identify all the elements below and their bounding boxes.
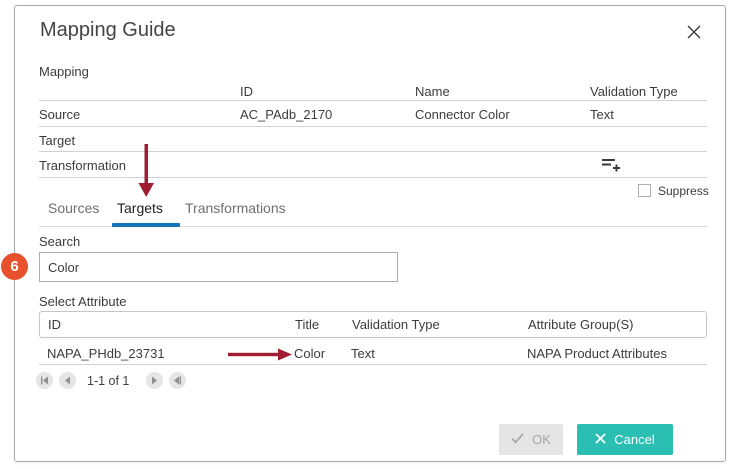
add-transformation-icon bbox=[602, 161, 620, 176]
active-tab-underline bbox=[112, 223, 180, 227]
select-attribute-header: ID Title Validation Type Attribute Group… bbox=[39, 311, 707, 338]
pagination-next-button[interactable] bbox=[146, 372, 163, 389]
ok-button[interactable]: OK bbox=[499, 424, 563, 455]
mapping-guide-dialog: Mapping Guide Mapping ID Name Validation… bbox=[14, 5, 726, 462]
mapping-row-target-label: Target bbox=[39, 133, 75, 148]
suppress-checkbox[interactable] bbox=[638, 184, 651, 197]
divider bbox=[39, 126, 707, 127]
sa-row-id: NAPA_PHdb_23731 bbox=[47, 346, 165, 361]
cancel-button-label: Cancel bbox=[614, 432, 654, 447]
prev-page-icon bbox=[63, 373, 72, 388]
annotation-arrow-down bbox=[138, 144, 154, 203]
pagination-last-button[interactable] bbox=[169, 372, 186, 389]
sa-row-attribute-groups: NAPA Product Attributes bbox=[527, 346, 667, 361]
close-icon bbox=[687, 25, 701, 42]
mapping-col-name: Name bbox=[415, 84, 450, 99]
select-attribute-label: Select Attribute bbox=[39, 294, 126, 309]
cancel-button[interactable]: Cancel bbox=[577, 424, 673, 455]
source-validation-type: Text bbox=[590, 107, 614, 122]
step-badge: 6 bbox=[1, 253, 28, 280]
mapping-col-id: ID bbox=[240, 84, 253, 99]
ok-button-label: OK bbox=[532, 432, 551, 447]
mapping-col-validation-type: Validation Type bbox=[590, 84, 678, 99]
close-button[interactable] bbox=[683, 22, 705, 44]
add-transformation-button[interactable] bbox=[600, 156, 622, 178]
first-page-icon bbox=[40, 373, 49, 388]
screen: Mapping Guide Mapping ID Name Validation… bbox=[0, 0, 731, 469]
divider bbox=[39, 100, 707, 101]
search-label: Search bbox=[39, 234, 80, 249]
mapping-row-transformation-label: Transformation bbox=[39, 158, 126, 173]
check-icon bbox=[511, 432, 524, 447]
pagination-range: 1-1 of 1 bbox=[87, 374, 129, 388]
sa-col-id: ID bbox=[48, 317, 61, 332]
last-page-icon bbox=[173, 373, 182, 388]
sa-row-validation-type: Text bbox=[351, 346, 375, 361]
pagination-first-button[interactable] bbox=[36, 372, 53, 389]
pagination-prev-button[interactable] bbox=[59, 372, 76, 389]
suppress-label: Suppress bbox=[658, 184, 709, 198]
dialog-title: Mapping Guide bbox=[40, 19, 176, 42]
source-id: AC_PAdb_2170 bbox=[240, 107, 332, 122]
row-label: Source bbox=[39, 107, 80, 122]
search-input[interactable] bbox=[39, 252, 398, 282]
x-icon bbox=[595, 432, 606, 447]
mapping-section-label: Mapping bbox=[39, 64, 89, 79]
sa-row-title: Color bbox=[294, 346, 325, 361]
sa-col-attribute-groups: Attribute Group(S) bbox=[528, 317, 634, 332]
source-name: Connector Color bbox=[415, 107, 510, 122]
divider bbox=[39, 364, 707, 365]
sa-col-validation-type: Validation Type bbox=[352, 317, 440, 332]
next-page-icon bbox=[150, 373, 159, 388]
tab-transformations[interactable]: Transformations bbox=[185, 200, 286, 216]
sa-table-row[interactable]: NAPA_PHdb_23731 Color Text NAPA Product … bbox=[39, 342, 707, 364]
sa-col-title: Title bbox=[295, 317, 319, 332]
tab-sources[interactable]: Sources bbox=[48, 200, 99, 216]
